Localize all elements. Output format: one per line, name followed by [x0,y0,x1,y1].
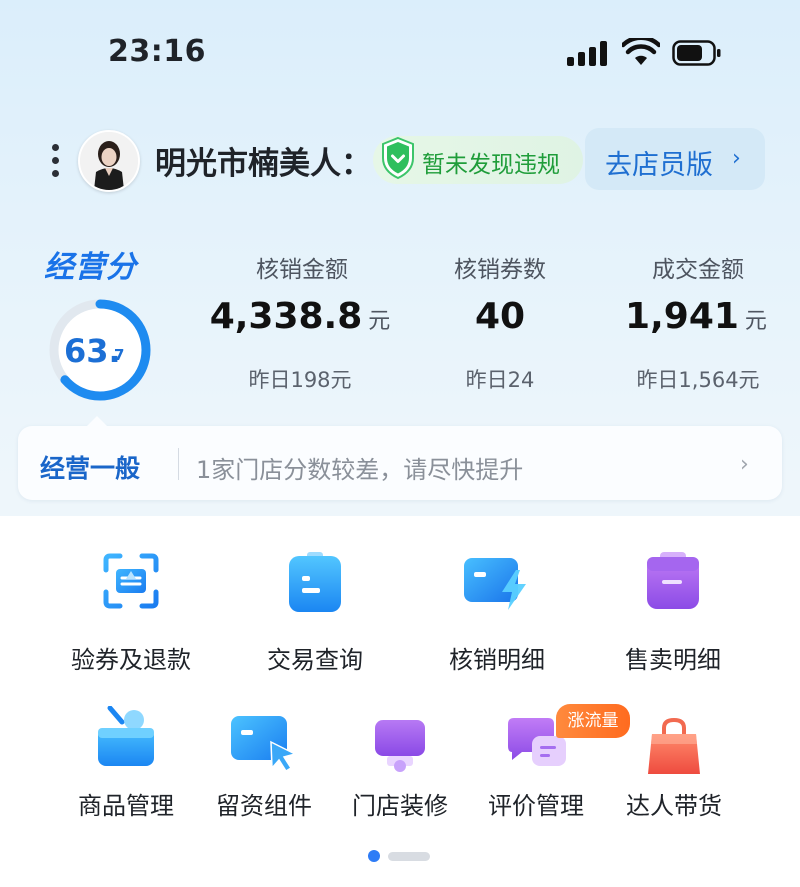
tool-verification-detail[interactable]: 核销明细 [417,552,577,682]
tool-transaction-query[interactable]: 交易查询 [235,552,395,682]
traffic-boost-badge: 涨流量 [556,704,630,738]
cellular-signal-icon [567,40,611,66]
shop-avatar[interactable] [78,130,140,192]
score-value-decimal: 7 [114,346,125,364]
metric-value[interactable]: 4,338.8 元 [190,296,410,337]
staff-version-label: 去店员版 [605,150,713,181]
tool-label: 交易查询 [267,646,363,674]
tool-verify-refund[interactable]: 验券及退款 [51,552,211,682]
metric-number: 1,941 [625,296,739,337]
notice-pointer [86,416,108,427]
verification-card-icon [462,552,532,616]
metric-unit: 元 [368,309,391,334]
score-value: 63. [64,332,121,370]
tool-label: 核销明细 [449,646,545,674]
sales-clipboard-icon [644,552,702,616]
shopping-bag-icon [646,716,702,782]
tool-label: 验券及退款 [71,646,191,674]
tool-sales-detail[interactable]: 售卖明细 [593,552,753,682]
metric-label: 核销金额 [256,257,348,283]
metric-yesterday: 昨日1,564元 [636,368,760,392]
more-menu-icon[interactable] [48,140,62,180]
score-label: 经营分 [44,250,137,285]
scan-coupon-icon [102,552,160,614]
shield-check-icon [381,136,415,180]
metric-value[interactable]: 1,941 元 [586,296,800,337]
tool-product-management[interactable]: 商品管理 [46,705,206,836]
metric-label: 核销券数 [454,257,546,283]
store-decor-icon [371,718,429,782]
tool-label: 评价管理 [488,792,584,820]
chevron-right-icon: › [732,146,741,171]
page-dot[interactable] [388,852,430,861]
shop-name[interactable]: 明光市楠美人： [155,138,385,183]
notice-divider [178,448,179,480]
status-time: 23:16 [108,34,206,69]
notice-status: 经营一般 [40,454,141,483]
wifi-icon [620,35,662,66]
page-dot-active[interactable] [368,850,380,862]
notice-message: 1家门店分数较差，请尽快提升 [196,456,524,484]
metric-number: 4,338.8 [209,296,363,337]
transaction-doc-icon [286,552,344,618]
chevron-right-icon: › [740,452,749,477]
metric-number: 40 [474,296,526,337]
safety-status-text: 暂未发现违规 [422,152,560,178]
battery-icon [672,40,722,66]
metric-value[interactable]: 40 [390,296,610,337]
tool-label: 售卖明细 [625,646,721,674]
page-indicator[interactable] [368,850,432,862]
metric-yesterday: 昨日24 [465,368,535,392]
tool-label: 商品管理 [78,792,174,820]
metric-yesterday: 昨日198元 [248,368,352,392]
tool-label: 达人带货 [626,792,722,820]
metric-unit: 元 [744,309,767,334]
lead-card-icon [229,714,299,778]
product-basket-icon [96,705,156,772]
metric-label: 成交金额 [652,257,744,283]
